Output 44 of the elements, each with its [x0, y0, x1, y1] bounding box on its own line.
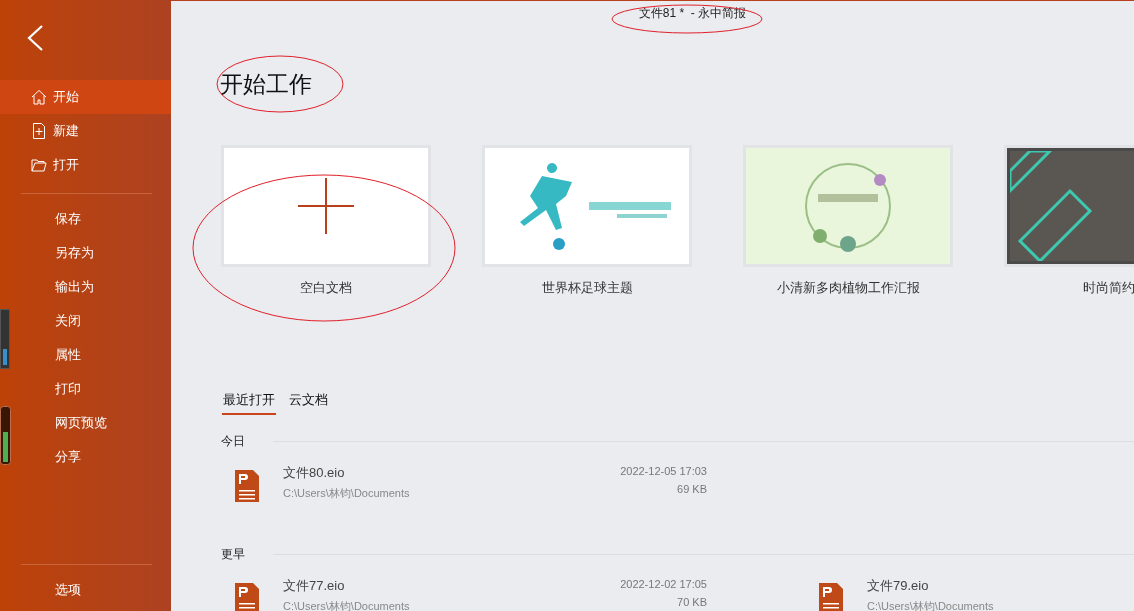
file-size: 70 KB — [677, 596, 707, 608]
template-thumbnail[interactable] — [221, 145, 431, 267]
template-label[interactable]: 小清新多肉植物工作汇报 — [776, 279, 920, 297]
sidebar-item[interactable]: 另存为 — [11, 236, 171, 270]
meter-drawing — [0, 309, 10, 369]
sidebar-item[interactable]: 属性 — [11, 338, 171, 372]
tab[interactable]: 云文档 — [288, 389, 329, 415]
presentation-file-icon — [819, 583, 843, 611]
group-label: 更早 — [221, 546, 245, 563]
meter-drawing — [0, 406, 11, 465]
file-size: 69 KB — [677, 483, 707, 495]
page-heading: 开始工作 — [220, 70, 312, 99]
tab[interactable]: 最近打开 — [222, 389, 276, 415]
template-label[interactable]: 时尚简约 — [1083, 279, 1134, 297]
sidebar-item[interactable]: 网页预览 — [11, 406, 171, 440]
template-thumbnail[interactable] — [743, 145, 953, 267]
file-path: C:\Users\林钧\Documents — [283, 599, 411, 611]
file-path: C:\Users\林钧\Documents — [867, 599, 995, 611]
sidebar-item[interactable]: 关闭 — [11, 304, 171, 338]
file-date: 2022-12-02 17:05 — [620, 578, 707, 590]
home-icon — [31, 89, 47, 105]
sidebar-item[interactable]: 新建 — [0, 114, 171, 148]
sidebar-item[interactable]: 输出为 — [11, 270, 171, 304]
sidebar-item[interactable]: 打印 — [11, 372, 171, 406]
sidebar-item[interactable]: 打开 — [0, 148, 171, 182]
folder-icon — [31, 157, 47, 173]
sidebar-item[interactable]: 开始 — [0, 80, 171, 114]
new-file-icon — [31, 123, 47, 139]
template-thumbnail[interactable] — [482, 145, 692, 267]
plus-icon — [298, 178, 354, 234]
file-name[interactable]: 文件79.eio — [867, 577, 1119, 595]
sidebar-item[interactable]: 保存 — [11, 202, 171, 236]
template-label[interactable]: 世界杯足球主题 — [541, 279, 633, 297]
sidebar-item[interactable]: 选项 — [11, 573, 171, 607]
template-label[interactable]: 空白文档 — [300, 279, 352, 297]
file-name[interactable]: 文件80.eio — [283, 464, 597, 482]
window-title: 文件81 * - 永中简报 — [638, 5, 747, 22]
file-path: C:\Users\林钧\Documents — [283, 486, 411, 501]
file-name[interactable]: 文件77.eio — [283, 577, 597, 595]
file-date: 2022-12-05 17:03 — [620, 465, 707, 477]
presentation-file-icon — [235, 583, 259, 611]
presentation-file-icon — [235, 470, 259, 502]
sidebar-item[interactable]: 分享 — [11, 440, 171, 474]
group-label: 今日 — [221, 433, 245, 450]
